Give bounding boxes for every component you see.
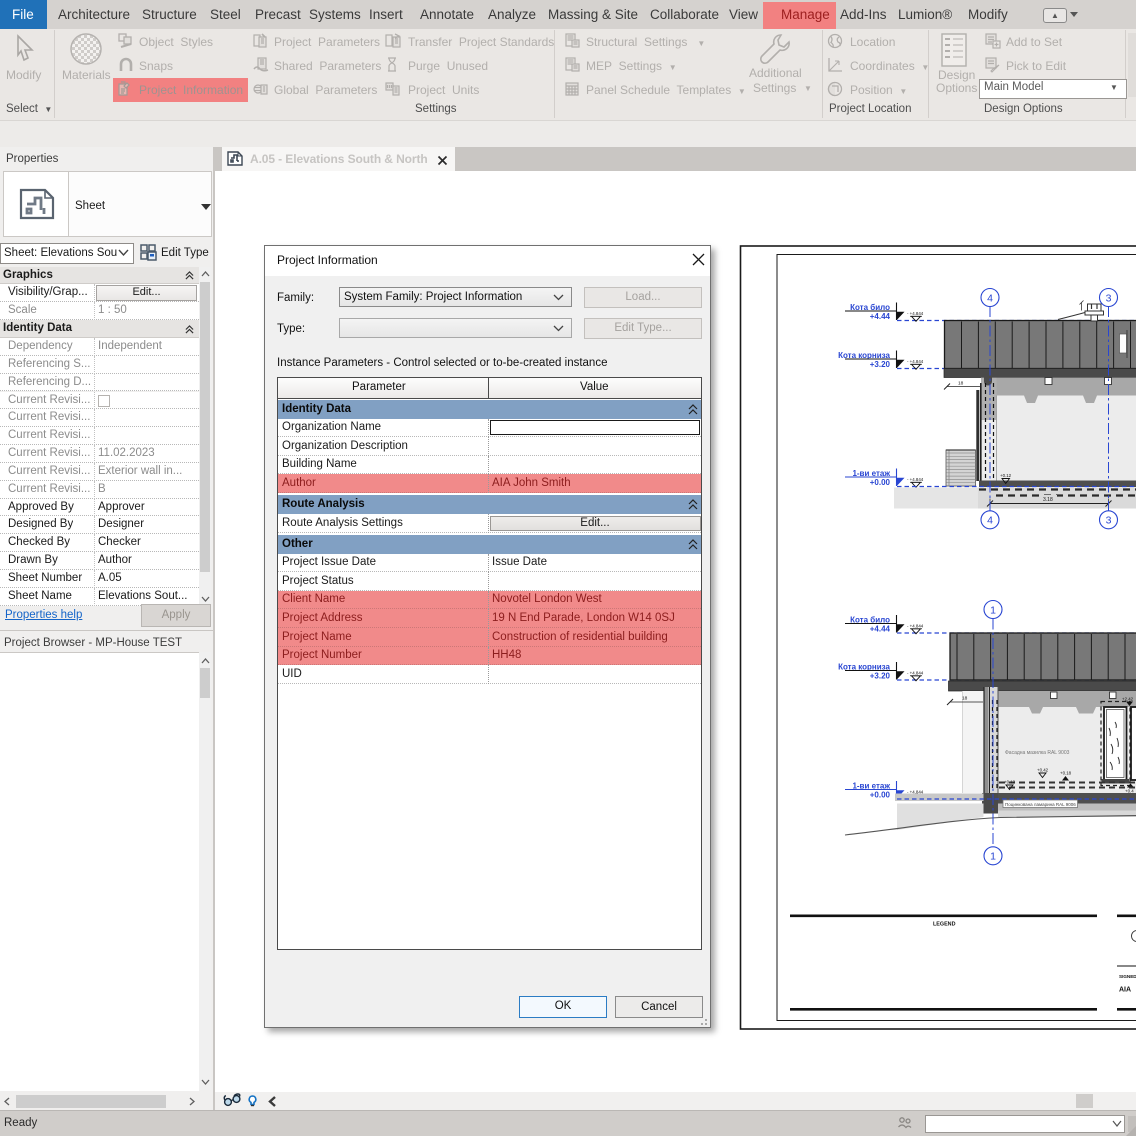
svg-text:+2.42: +2.42 bbox=[1122, 697, 1134, 702]
svg-text:3: 3 bbox=[1106, 292, 1112, 304]
svg-text:+0.00: +0.00 bbox=[870, 791, 891, 800]
svg-text:+4.44: +4.44 bbox=[870, 312, 891, 321]
svg-text:+3.20: +3.20 bbox=[870, 672, 891, 681]
svg-text:LEGEND: LEGEND bbox=[933, 922, 956, 928]
svg-text:- +4.844: - +4.844 bbox=[907, 623, 924, 628]
svg-text:- +4.844: - +4.844 bbox=[907, 670, 924, 675]
svg-text:+4.44: +4.44 bbox=[870, 625, 891, 634]
svg-text:Фасадна мазилка RAL 9003: Фасадна мазилка RAL 9003 bbox=[1005, 750, 1070, 756]
svg-text:+3.20: +3.20 bbox=[870, 360, 891, 369]
svg-text:Поцинкована ламарина RAL 9006: Поцинкована ламарина RAL 9006 bbox=[1005, 802, 1076, 807]
svg-text:AIA: AIA bbox=[1119, 987, 1131, 994]
svg-text:3.18: 3.18 bbox=[1043, 497, 1053, 503]
svg-text:18: 18 bbox=[962, 696, 968, 702]
svg-text:+0.00: +0.00 bbox=[870, 478, 891, 487]
svg-text:+0.12: +0.12 bbox=[1000, 473, 1012, 478]
svg-text:- +4.844: - +4.844 bbox=[907, 359, 924, 364]
svg-text:1: 1 bbox=[990, 851, 996, 863]
svg-text:1: 1 bbox=[990, 604, 996, 616]
svg-text:+0.4: +0.4 bbox=[1125, 789, 1134, 794]
svg-text:+0.18: +0.18 bbox=[1060, 771, 1072, 776]
svg-text:4: 4 bbox=[987, 515, 993, 527]
svg-text:- +4.844: - +4.844 bbox=[907, 311, 924, 316]
svg-text:3: 3 bbox=[1106, 515, 1112, 527]
svg-text:SIGNED: SIGNED bbox=[1119, 974, 1136, 979]
svg-text:- +4.844: - +4.844 bbox=[907, 477, 924, 482]
svg-text:4: 4 bbox=[987, 292, 993, 304]
svg-text:+0.12: +0.12 bbox=[1004, 780, 1016, 785]
svg-text:+0.42: +0.42 bbox=[1037, 768, 1049, 773]
svg-text:18: 18 bbox=[958, 381, 964, 387]
